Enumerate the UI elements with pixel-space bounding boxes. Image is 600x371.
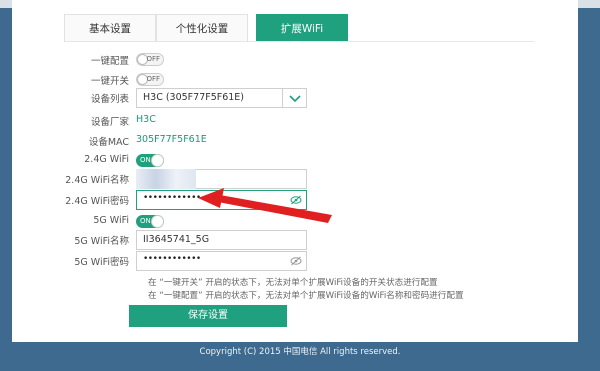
- annotation-arrow: [198, 188, 332, 223]
- footer-copyright: Copyright (C) 2015 中国电信 All rights reser…: [199, 347, 401, 357]
- settings-panel: 基本设置 个性化设置 扩展WiFi 一键配置 OFF 一键开关 OFF 设备列表…: [12, 0, 578, 342]
